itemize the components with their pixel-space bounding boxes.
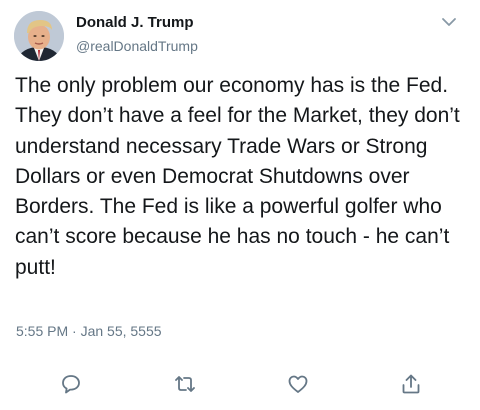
divider: [0, 355, 480, 356]
share-upload-icon: [402, 374, 420, 394]
tweet-timestamp[interactable]: 5:55 PM · Jan 55, 5555: [16, 322, 162, 340]
tweet-card: Donald J. Trump @realDonaldTrump The onl…: [0, 0, 480, 410]
display-name[interactable]: Donald J. Trump: [76, 14, 194, 32]
retweet-button[interactable]: [172, 371, 198, 397]
heart-icon: [288, 375, 308, 393]
more-options-chevron-icon[interactable]: [439, 14, 459, 30]
user-avatar[interactable]: [14, 11, 64, 61]
like-button[interactable]: [285, 371, 311, 397]
retweet-arrows-icon: [175, 376, 195, 392]
reply-button[interactable]: [58, 371, 84, 397]
tweet-text: The only problem our economy has is the …: [15, 74, 460, 279]
user-handle[interactable]: @realDonaldTrump: [76, 37, 198, 55]
profile-photo-icon: [14, 11, 64, 61]
speech-bubble-icon: [62, 375, 80, 394]
share-button[interactable]: [398, 371, 424, 397]
